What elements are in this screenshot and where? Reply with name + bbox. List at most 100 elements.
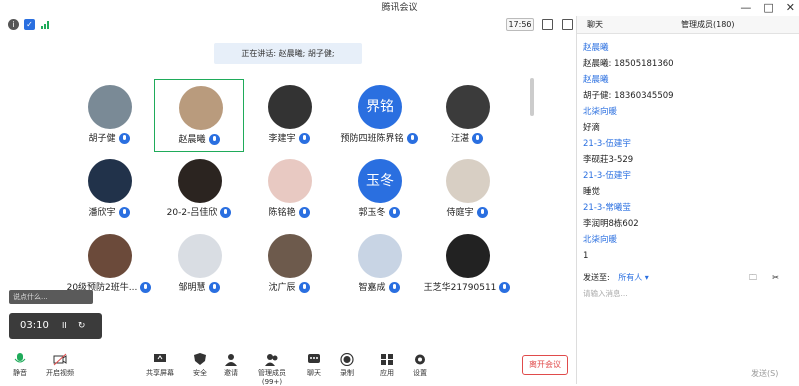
camera-off-icon: [53, 353, 67, 366]
chat-sender: 北柒向暖: [583, 235, 618, 245]
participant-name: 预防四班陈界铭: [340, 134, 404, 144]
send-to-dropdown[interactable]: 所有人 ▾: [618, 273, 649, 282]
invite-user-icon: [225, 354, 237, 366]
mic-icon: [388, 207, 400, 218]
participant-name-row: 邹明慧: [154, 280, 244, 293]
record-icon: [340, 353, 354, 366]
participant-name: 沈广辰: [268, 283, 296, 293]
mic-icon: [298, 282, 310, 293]
video-label: 开启视频: [46, 369, 74, 377]
leave-meeting-button[interactable]: 离开会议: [522, 355, 568, 375]
mic-icon: [140, 282, 152, 293]
avatar: [358, 234, 402, 278]
chat-sender: 21-3-常曦莹: [583, 203, 631, 213]
share-screen-icon: [154, 354, 166, 362]
chat-input[interactable]: 请输入消息...: [583, 288, 628, 299]
participant-name-row: 汪湛: [422, 131, 512, 144]
participant-name: 汪湛: [450, 134, 469, 144]
folder-icon[interactable]: 🗀: [749, 270, 757, 286]
avatar: [446, 159, 490, 203]
send-to-label: 发送至:: [583, 273, 610, 282]
video-button[interactable]: 开启视频: [45, 353, 75, 378]
chat-message: 好滴: [583, 123, 601, 133]
participant-name: 胡子健: [88, 134, 116, 144]
screenshot-icon[interactable]: ✂: [772, 270, 779, 286]
participant-name-row: 20-2-吕佳欣: [154, 205, 244, 218]
mic-icon: [476, 207, 488, 218]
chat-message: 睡觉: [583, 187, 601, 197]
record-button[interactable]: 录制: [338, 353, 356, 378]
send-button[interactable]: 发送(S): [751, 368, 778, 379]
apps-label: 应用: [380, 369, 394, 377]
avatar: [178, 159, 222, 203]
settings-button[interactable]: 设置: [411, 353, 429, 378]
chat-hint-bar[interactable]: 说点什么...: [9, 290, 93, 304]
sidebar-toggle-icon[interactable]: [562, 19, 573, 30]
invite-label: 邀请: [224, 369, 238, 377]
avatar: [179, 86, 223, 130]
participant-tile[interactable]: 界铭预防四班陈界铭: [334, 79, 424, 152]
participant-tile[interactable]: 玉冬 郭玉冬: [334, 153, 424, 226]
participant-name-row: 郭玉冬: [334, 205, 424, 218]
chat-sender: 21-3-伍建宇: [583, 139, 631, 149]
participant-tile[interactable]: 智嘉成: [334, 228, 424, 301]
maximize-button[interactable]: □: [763, 0, 773, 16]
avatar: 玉冬: [358, 159, 402, 203]
window-title: 腾讯会议: [381, 3, 418, 13]
invite-button[interactable]: 邀请: [221, 353, 241, 378]
participant-name-row: 王芝华21790511: [422, 280, 512, 293]
tab-members[interactable]: 管理成员(180): [681, 16, 735, 34]
participant-name-row: 陈铭艳: [244, 205, 334, 218]
apps-grid-icon: [381, 354, 393, 365]
close-window-button[interactable]: ✕: [786, 0, 795, 16]
bottom-bar: 静音 开启视频 共享屏幕 安全 邀请 管理成员(99+) 聊天 录制 应用 设置: [0, 350, 577, 386]
chat-hint-text: 说点什么...: [13, 293, 48, 301]
shield-icon[interactable]: ✓: [24, 19, 35, 30]
participant-name-row: 沈广辰: [244, 280, 334, 293]
chat-messages: 赵晨曦 赵晨曦: 18505181360 赵晨曦 胡子健: 18360345509 北柒…: [583, 40, 793, 264]
mic-icon: [298, 133, 310, 144]
participant-name: 侍庭宇: [446, 208, 474, 218]
chat-sender: 北柒向暖: [583, 107, 618, 117]
chat-bubble-icon: [308, 354, 320, 363]
manage-members-button[interactable]: 管理成员(99+): [249, 353, 295, 386]
participant-tile[interactable]: 侍庭宇: [422, 153, 512, 226]
apps-button[interactable]: 应用: [378, 353, 396, 378]
participant-tile[interactable]: 邹明慧: [154, 228, 244, 301]
meeting-toolbar: i ✓ 17:56: [0, 16, 577, 34]
info-icon[interactable]: i: [8, 19, 19, 30]
fullscreen-icon[interactable]: [542, 19, 553, 30]
participant-tile[interactable]: 潘欣宇: [64, 153, 154, 226]
tab-chat[interactable]: 聊天: [587, 16, 603, 34]
participant-tile[interactable]: 汪湛: [422, 79, 512, 152]
avatar: [88, 234, 132, 278]
mute-label: 静音: [13, 369, 27, 377]
microphone-icon: [14, 353, 26, 363]
chat-sender: 赵晨曦: [583, 43, 609, 53]
participant-tile[interactable]: 王芝华21790511: [422, 228, 512, 301]
participant-tile[interactable]: 李建宇: [244, 79, 334, 152]
signal-icon[interactable]: [41, 20, 51, 32]
chat-button[interactable]: 聊天: [305, 353, 323, 378]
grid-scrollbar[interactable]: [530, 78, 534, 116]
panel-divider: [576, 16, 577, 384]
send-to-bar: 发送至: 所有人 ▾ 🗀 ✂: [583, 270, 793, 286]
participant-name-row: 赵晨曦: [155, 132, 243, 145]
participant-name-row: 预防四班陈界铭: [334, 131, 424, 144]
participant-tile[interactable]: 20-2-吕佳欣: [154, 153, 244, 226]
mute-button[interactable]: 静音: [8, 353, 32, 378]
refresh-icon[interactable]: ↻: [78, 321, 86, 331]
pause-icon[interactable]: II: [62, 321, 67, 330]
mic-icon: [472, 133, 483, 144]
avatar: [446, 234, 490, 278]
participant-tile[interactable]: 沈广辰: [244, 228, 334, 301]
avatar-text: 界铭: [366, 99, 394, 115]
participant-tile[interactable]: 胡子健: [64, 79, 154, 152]
minimize-button[interactable]: —: [740, 0, 751, 16]
participant-tile[interactable]: 赵晨曦: [154, 79, 244, 152]
mic-icon: [220, 207, 232, 218]
security-button[interactable]: 安全: [190, 353, 210, 378]
avatar: [178, 234, 222, 278]
participant-tile[interactable]: 陈铭艳: [244, 153, 334, 226]
share-screen-button[interactable]: 共享屏幕: [145, 353, 175, 378]
